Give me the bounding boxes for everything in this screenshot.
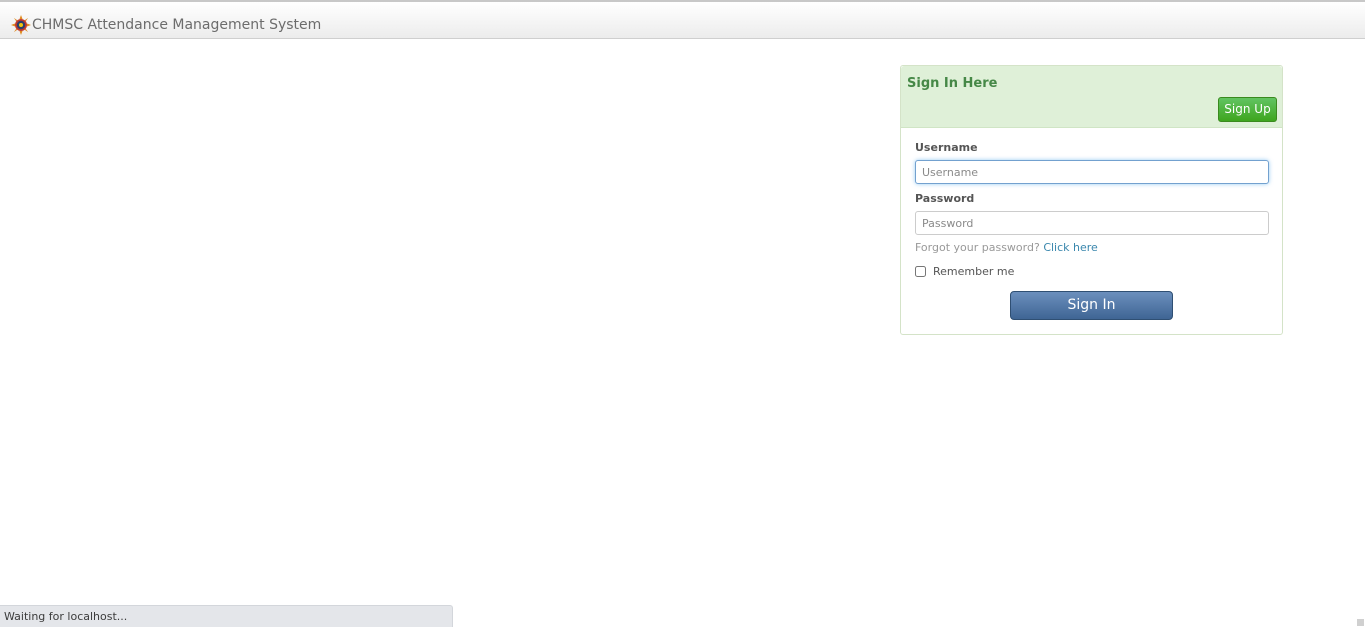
remember-me-row[interactable]: Remember me <box>915 265 1014 278</box>
browser-status-bar: Waiting for localhost... <box>0 605 453 627</box>
brand-link[interactable]: CHMSC Attendance Management System <box>11 14 321 36</box>
forgot-password-text: Forgot your password? Click here <box>915 241 1098 254</box>
username-label: Username <box>915 141 978 154</box>
forgot-password-link[interactable]: Click here <box>1043 241 1098 254</box>
forgot-password-prompt: Forgot your password? <box>915 241 1040 254</box>
panel-heading: Sign In Here Sign Up <box>901 66 1282 128</box>
username-input[interactable] <box>915 160 1269 184</box>
top-navbar: CHMSC Attendance Management System <box>0 0 1365 39</box>
app-title: CHMSC Attendance Management System <box>32 17 322 33</box>
password-label: Password <box>915 192 975 205</box>
sign-up-button[interactable]: Sign Up <box>1218 97 1277 122</box>
resize-grip-icon[interactable] <box>1357 619 1364 626</box>
sign-in-panel: Sign In Here Sign Up Username Password F… <box>900 65 1283 335</box>
sunburst-logo-icon <box>11 15 31 35</box>
sign-in-button[interactable]: Sign In <box>1010 291 1173 320</box>
remember-me-label: Remember me <box>933 265 1015 278</box>
panel-title: Sign In Here <box>907 76 998 91</box>
password-input[interactable] <box>915 211 1269 235</box>
remember-me-checkbox[interactable] <box>915 266 926 277</box>
